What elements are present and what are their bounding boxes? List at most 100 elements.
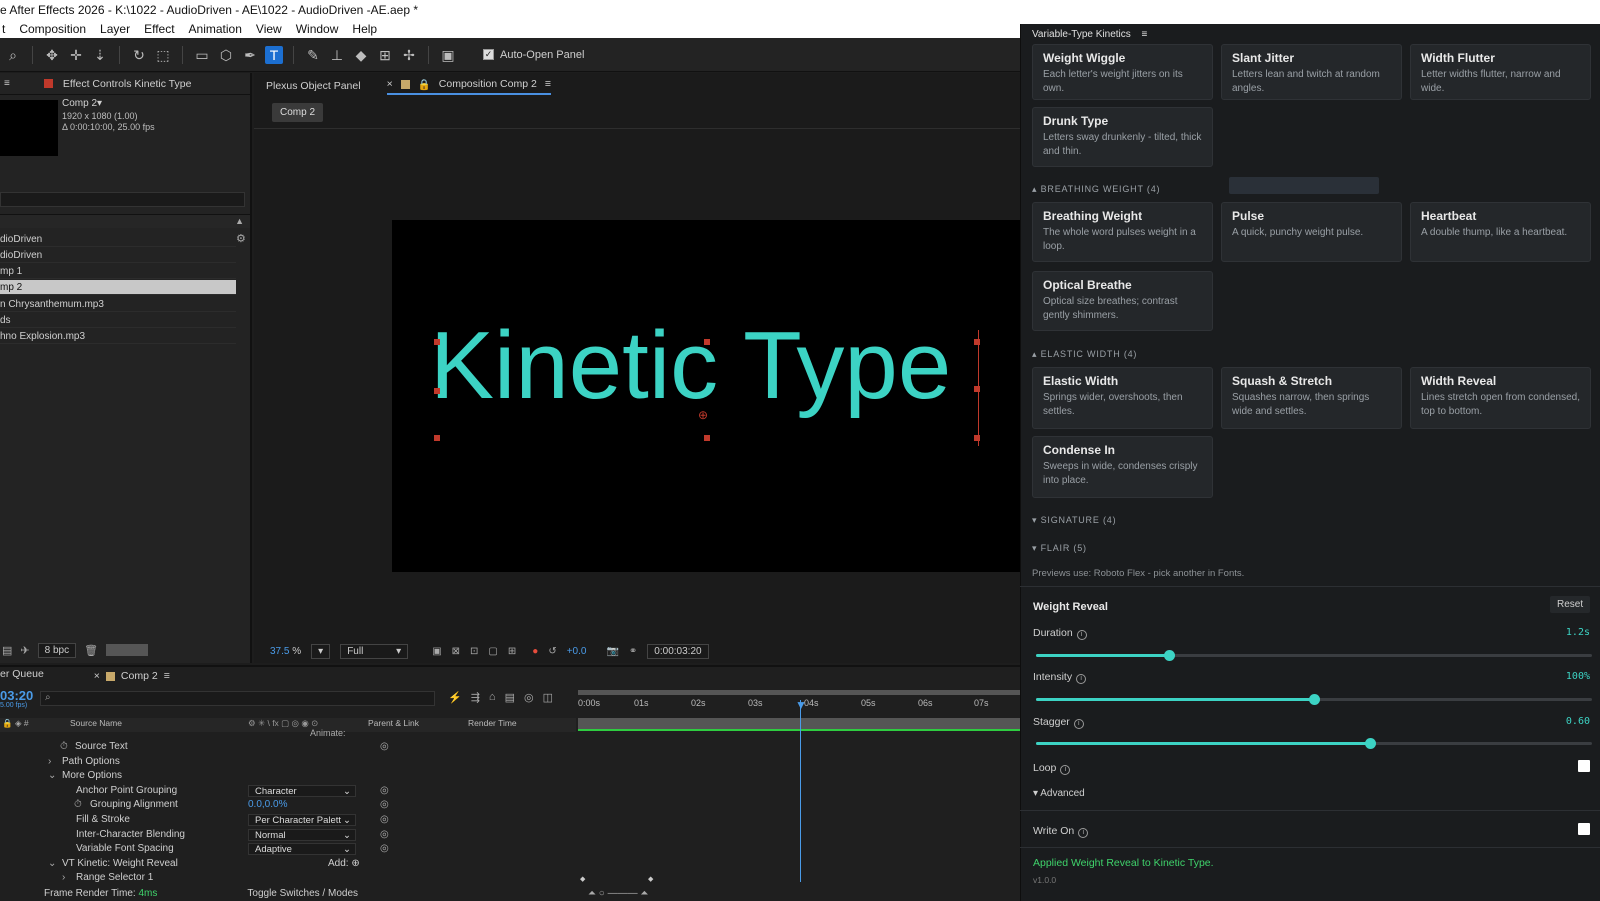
bit-depth-button[interactable]: 8 bpc	[37, 642, 77, 658]
render-time-header[interactable]: Render Time	[468, 718, 568, 732]
zoom-tool-icon[interactable]: ⌕	[4, 46, 22, 64]
kinetic-type-text-layer[interactable]: Kinetic Type	[430, 318, 951, 414]
parent-link-header[interactable]: Parent & Link	[368, 718, 468, 732]
anchor-point-icon[interactable]: ⊕	[698, 408, 708, 422]
section-elastic-width[interactable]: ▴ ELASTIC WIDTH (4)	[1032, 349, 1137, 360]
preset-card-optical-breathe[interactable]: Optical Breathe Optical size breathes; c…	[1032, 271, 1213, 331]
chevron-down-icon[interactable]: ⌄	[48, 769, 56, 783]
preset-card-drunk-type[interactable]: Drunk Type Letters sway drunkenly - tilt…	[1032, 107, 1213, 167]
panel-menu-icon[interactable]: ≡	[1142, 29, 1148, 40]
transform-handle[interactable]	[974, 435, 980, 441]
3d-box-icon[interactable]: ⬡	[217, 46, 235, 64]
project-item[interactable]: mp 1	[0, 264, 236, 279]
project-item-selected[interactable]: mp 2	[0, 280, 236, 295]
timeline-row[interactable]: Inter-Character Blending Normal ⌄ ◎	[0, 828, 576, 842]
write-on-checkbox[interactable]	[1578, 823, 1590, 835]
info-icon[interactable]: i	[1076, 674, 1087, 684]
reset-exposure-icon[interactable]: ↺	[548, 646, 556, 657]
reset-button[interactable]: Reset	[1550, 596, 1591, 613]
rotate-tool-icon[interactable]: ↻	[130, 46, 148, 64]
keyframe-icon[interactable]: ◆	[580, 875, 585, 883]
project-item[interactable]: dioDriven	[0, 232, 236, 247]
fill-stroke-select[interactable]: Per Character Palett ⌄	[248, 814, 356, 826]
preset-card-heartbeat[interactable]: Heartbeat A double thump, like a heartbe…	[1410, 202, 1591, 262]
dolly-tool-icon[interactable]: ⇣	[91, 46, 109, 64]
preset-card-squash-stretch[interactable]: Squash & Stretch Squashes narrow, then s…	[1221, 367, 1402, 429]
toggle-switches-modes-button[interactable]: Toggle Switches / Modes	[247, 888, 358, 899]
time-navigator[interactable]	[578, 690, 1020, 695]
auto-open-checkbox[interactable]: ✓	[483, 49, 494, 60]
type-tool-icon[interactable]: T	[265, 45, 283, 64]
show-snapshot-icon[interactable]: ⚭	[629, 646, 637, 657]
transform-handle[interactable]	[434, 388, 440, 394]
menu-item-composition[interactable]: Composition	[19, 20, 86, 38]
panel-menu-icon[interactable]: ≡	[545, 78, 551, 90]
interpret-footage-icon[interactable]: ▤	[2, 644, 12, 657]
source-name-header[interactable]: Source Name	[70, 718, 248, 732]
transform-handle[interactable]	[974, 339, 980, 345]
timeline-row[interactable]: › Range Selector 1	[0, 871, 576, 885]
transform-handle[interactable]	[704, 435, 710, 441]
tab-plexus-object-panel[interactable]: Plexus Object Panel	[266, 80, 361, 92]
timeline-row[interactable]: ⌄ VT Kinetic: Weight Reveal Add: ⊕	[0, 857, 576, 871]
comp-breadcrumb-button[interactable]: Comp 2	[272, 103, 324, 122]
brush-tool-icon[interactable]: ✎	[304, 46, 322, 64]
region-of-interest-icon[interactable]: ▢	[488, 646, 497, 657]
slider-knob[interactable]	[1364, 738, 1376, 749]
zoom-dropdown[interactable]: ▾	[311, 643, 331, 659]
transform-handle[interactable]	[434, 435, 440, 441]
chevron-down-icon[interactable]: ⌄	[48, 857, 56, 871]
info-icon[interactable]: i	[1076, 630, 1087, 640]
zoom-value[interactable]: 37.5 %	[270, 646, 301, 657]
panel-icon[interactable]: ▣	[439, 46, 457, 64]
exposure-value[interactable]: +0.0	[567, 646, 587, 657]
tab-composition[interactable]: × 🔒 Composition Comp 2 ≡	[386, 78, 551, 95]
loop-checkbox[interactable]	[1578, 760, 1590, 772]
duration-slider[interactable]	[1036, 650, 1592, 661]
timeline-row[interactable]: › Path Options	[0, 755, 576, 769]
inter-character-blending-select[interactable]: Normal ⌄	[248, 829, 356, 841]
expression-pickwhip-icon[interactable]: ◎	[380, 828, 389, 842]
graph-editor-icon[interactable]: ◫	[543, 691, 553, 704]
current-time-field[interactable]: 0:00:03:20	[647, 643, 709, 659]
pan-behind-tool-icon[interactable]: ⬚	[154, 46, 172, 64]
layer-duration-bar[interactable]	[578, 729, 1020, 731]
timeline-row[interactable]: ⌄ More Options	[0, 769, 576, 783]
preset-card-breathing-weight[interactable]: Breathing Weight The whole word pulses w…	[1032, 202, 1213, 262]
expression-pickwhip-icon[interactable]: ◎	[380, 813, 389, 827]
rectangle-tool-icon[interactable]: ▭	[193, 46, 211, 64]
preset-card-condense-in[interactable]: Condense In Sweeps in wide, condenses cr…	[1032, 436, 1213, 498]
preset-card-elastic-width[interactable]: Elastic Width Springs wider, overshoots,…	[1032, 367, 1213, 429]
panel-menu-icon[interactable]: ≡	[4, 73, 10, 95]
zoom-slider-icon[interactable]: ⏶ ○ ——— ⏶	[588, 888, 648, 899]
timeline-row[interactable]: Fill & Stroke Per Character Palett ⌄ ◎	[0, 813, 576, 827]
project-item[interactable]: hno Explosion.mp3	[0, 329, 236, 344]
close-icon[interactable]: ×	[94, 670, 100, 682]
expression-pickwhip-icon[interactable]: ◎	[380, 798, 389, 812]
menu-item-file[interactable]: t	[2, 20, 5, 38]
add-property-button[interactable]: Add: ⊕	[328, 857, 360, 871]
roto-brush-tool-icon[interactable]: ⊞	[376, 46, 394, 64]
draft-3d-icon[interactable]: ⇶	[471, 691, 480, 704]
orbit-tool-icon[interactable]: ✥	[43, 46, 61, 64]
menu-item-help[interactable]: Help	[352, 20, 377, 38]
shy-layers-icon[interactable]: ⌂	[489, 691, 496, 704]
anchor-point-grouping-select[interactable]: Character ⌄	[248, 785, 356, 797]
timeline-row[interactable]: Anchor Point Grouping Character ⌄ ◎	[0, 784, 576, 798]
color-swatch[interactable]	[106, 644, 149, 656]
timeline-row[interactable]: ⏱ Grouping Alignment 0.0,0.0% ◎	[0, 798, 576, 812]
project-search-input[interactable]	[0, 192, 245, 207]
flowchart-icon[interactable]: ⚙	[236, 232, 246, 245]
preset-card-weight-wiggle[interactable]: Weight Wiggle Each letter's weight jitte…	[1032, 44, 1213, 100]
timeline-timecode[interactable]: 03:20	[0, 688, 33, 703]
pan-tool-icon[interactable]: ✛	[67, 46, 85, 64]
eraser-tool-icon[interactable]: ◆	[352, 46, 370, 64]
expression-pickwhip-icon[interactable]: ◎	[380, 740, 389, 754]
preset-card-width-reveal[interactable]: Width Reveal Lines stretch open from con…	[1410, 367, 1591, 429]
tab-comp-timeline[interactable]: × Comp 2 ≡	[94, 668, 170, 684]
info-icon[interactable]: i	[1078, 828, 1089, 838]
timeline-row[interactable]: Variable Font Spacing Adaptive ⌄ ◎	[0, 842, 576, 856]
advanced-toggle[interactable]: ▾ Advanced	[1033, 788, 1085, 799]
comp-name[interactable]: Comp 2▾	[62, 98, 102, 109]
stopwatch-icon[interactable]: ⏱	[74, 798, 82, 812]
